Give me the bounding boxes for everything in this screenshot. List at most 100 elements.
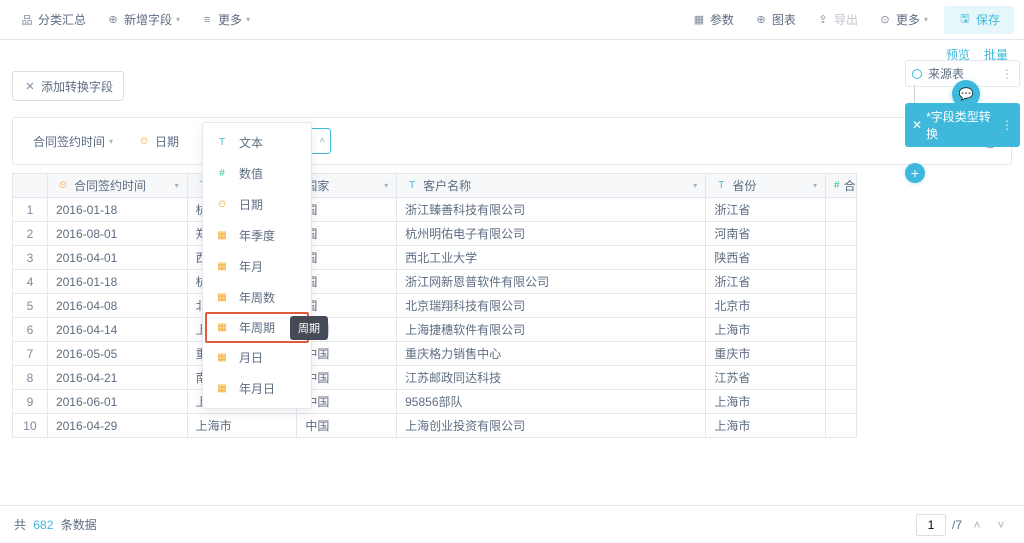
cell-time: 2016-04-01 [48, 246, 188, 269]
cell-customer: 西北工业大学 [397, 246, 706, 269]
cell-country: 国 [297, 222, 397, 245]
col-time[interactable]: ⏲合同签约时间▾ [48, 174, 188, 197]
cell-customer: 重庆格力销售中心 [397, 342, 706, 365]
chart-button[interactable]: ⊕图表 [744, 6, 806, 34]
table-row[interactable]: 22016-08-01郑…国杭州明佑电子有限公司河南省 [13, 221, 856, 245]
page-prev-button[interactable]: ˄ [968, 516, 986, 534]
transform-rule-bar: 合同签约时间 ▾ ⏲ 日期 ✕ ˄ 🗑 [12, 117, 1012, 165]
table-row[interactable]: 12016-01-18杭…国浙江臻善科技有限公司浙江省 [13, 197, 856, 221]
field-selector[interactable]: 合同签约时间 ▾ [25, 128, 121, 154]
toolbar-left: 品分类汇总⊕新增字段▾≡更多▾ [10, 6, 260, 34]
clock-icon: ⏲ [137, 134, 151, 148]
add-transform-field-button[interactable]: ✕ 添加转换字段 [12, 71, 124, 101]
cell-last [826, 366, 856, 389]
dropdown-option[interactable]: ▦月日 [203, 342, 311, 373]
add-field-icon: ⊕ [106, 13, 120, 27]
add-node-button[interactable]: + [905, 163, 925, 183]
hierarchy-label: 分类汇总 [38, 11, 86, 28]
cell-time: 2016-04-21 [48, 366, 188, 389]
dropdown-option-label: 年周数 [239, 289, 275, 306]
col-last[interactable]: #合 [826, 174, 856, 197]
cell-province: 上海市 [706, 390, 826, 413]
type-chip-label: 日期 [155, 133, 179, 150]
col-customer[interactable]: T客户名称▾ [397, 174, 706, 197]
param-icon: ▦ [692, 13, 706, 27]
table-row[interactable]: 92016-06-01上海市中国95856部队上海市 [13, 389, 856, 413]
more-icon[interactable]: ⋮ [1001, 118, 1013, 132]
field-selector-label: 合同签约时间 [33, 133, 105, 150]
table-row[interactable]: 42016-01-18杭…国浙江网新恩普软件有限公司浙江省 [13, 269, 856, 293]
cell-customer: 杭州明佑电子有限公司 [397, 222, 706, 245]
col-province-label: 省份 [732, 177, 756, 194]
page-next-button[interactable]: ˅ [992, 516, 1010, 534]
save-button[interactable]: 🖫保存 [944, 6, 1014, 34]
type-icon: # [215, 167, 229, 181]
more-button[interactable]: ⊙更多▾ [868, 6, 938, 34]
table-row[interactable]: 62016-04-14上海市中国上海捷穗软件有限公司上海市 [13, 317, 856, 341]
chat-fab[interactable]: 💬 [952, 80, 980, 108]
dropdown-option[interactable]: # 数值 [203, 158, 311, 189]
tooltip: 周期 [290, 316, 328, 340]
cell-time: 2016-04-08 [48, 294, 188, 317]
chevron-down-icon: ▾ [175, 181, 179, 190]
chart-icon: ⊕ [754, 13, 768, 27]
table-row[interactable]: 52016-04-08北…国北京瑞翔科技有限公司北京市 [13, 293, 856, 317]
dropdown-option[interactable]: ⏲日期 [203, 189, 311, 220]
hash-icon: # [834, 179, 840, 193]
table-row[interactable]: 82016-04-21南京市中国江苏邮政同达科技江苏省 [13, 365, 856, 389]
cell-city: 上海市 [188, 414, 298, 437]
dropdown-option-label: 数值 [239, 165, 263, 182]
dropdown-option-label: 年月 [239, 258, 263, 275]
chevron-down-icon: ▾ [109, 137, 113, 146]
cell-country: 国 [297, 198, 397, 221]
row-count: 共 682 条数据 [14, 516, 97, 533]
type-icon: ▦ [215, 351, 229, 365]
type-dropdown: T文本#数值⏲日期▦年季度▦年月▦年周数▦年周期▦月日▦年月日 [202, 122, 312, 409]
table-row[interactable]: 72016-05-05重庆市中国重庆格力销售中心重庆市 [13, 341, 856, 365]
shuffle-icon: ✕ [912, 118, 922, 132]
export-label: 导出 [834, 11, 858, 28]
cell-customer: 上海创业投资有限公司 [397, 414, 706, 437]
cell-province: 河南省 [706, 222, 826, 245]
more-icon[interactable]: ⋮ [1001, 67, 1013, 81]
cell-index: 6 [13, 318, 48, 341]
cell-last [826, 390, 856, 413]
top-toolbar: 品分类汇总⊕新增字段▾≡更多▾ ▦参数⊕图表⇪导出⊙更多▾🖫保存 [0, 0, 1024, 40]
add-field-label: 新增字段 [124, 11, 172, 28]
hierarchy-icon: 品 [20, 13, 34, 27]
chevron-down-icon: ▾ [693, 181, 697, 190]
data-table-wrap: ⏲合同签约时间▾ T… 国家▾ T客户名称▾ T省份▾ #合 12016-01-… [0, 173, 1024, 438]
dropdown-option[interactable]: ▦年周数 [203, 282, 311, 313]
cell-province: 浙江省 [706, 270, 826, 293]
type-chip[interactable]: ⏲ 日期 [129, 128, 187, 154]
cell-province: 浙江省 [706, 198, 826, 221]
save-label: 保存 [976, 11, 1000, 28]
flow-sidepanel: 来源表 ⋮ 💬 ✕ *字段类型转换 ⋮ + [905, 60, 1020, 183]
page-input[interactable] [916, 514, 946, 536]
table-row[interactable]: 32016-04-01西…国西北工业大学陕西省 [13, 245, 856, 269]
col-province[interactable]: T省份▾ [706, 174, 826, 197]
add-field-button[interactable]: ⊕新增字段▾ [96, 6, 190, 34]
row-count-number: 682 [33, 518, 53, 532]
flow-node-transform[interactable]: ✕ *字段类型转换 ⋮ [905, 103, 1020, 147]
dropdown-option-label: 日期 [239, 196, 263, 213]
col-country[interactable]: 国家▾ [297, 174, 397, 197]
dropdown-option[interactable]: ▦ 年月 [203, 251, 311, 282]
cell-province: 北京市 [706, 294, 826, 317]
table-row[interactable]: 102016-04-29上海市中国上海创业投资有限公司上海市 [13, 413, 856, 437]
col-last-label: 合 [844, 177, 856, 194]
param-button[interactable]: ▦参数 [682, 6, 744, 34]
cell-customer: 浙江臻善科技有限公司 [397, 198, 706, 221]
dropdown-option[interactable]: ▦年季度 [203, 220, 311, 251]
dropdown-option[interactable]: ▦年月日 [203, 373, 311, 404]
cell-last [826, 270, 856, 293]
hierarchy-button[interactable]: 品分类汇总 [10, 6, 96, 34]
list-button[interactable]: ≡更多▾ [190, 6, 260, 34]
list-icon: ≡ [200, 13, 214, 27]
cell-index: 1 [13, 198, 48, 221]
type-icon: ▦ [215, 382, 229, 396]
dropdown-option[interactable]: T文本 [203, 127, 311, 158]
type-icon: ▦ [215, 260, 229, 274]
cell-time: 2016-04-29 [48, 414, 188, 437]
chevron-down-icon: ▾ [924, 15, 928, 24]
